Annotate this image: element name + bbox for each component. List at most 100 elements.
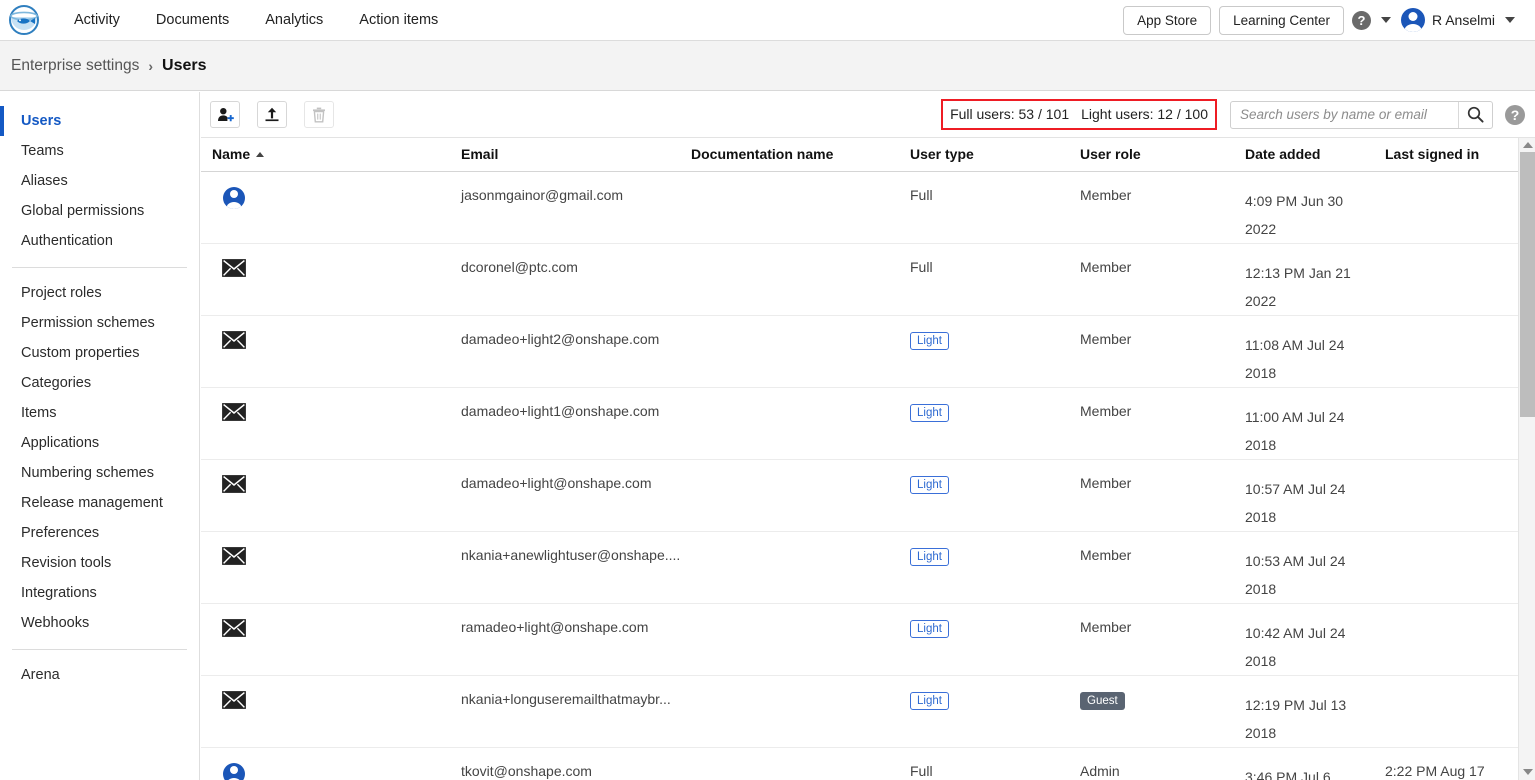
scroll-down-arrow-icon[interactable] xyxy=(1523,769,1533,775)
cell-date-added: 10:53 AM Jul 24 2018 xyxy=(1245,531,1385,604)
table-row[interactable]: nkania+anewlightuser@onshape.... Light Mem… xyxy=(201,531,1518,604)
cell-date-added: 11:08 AM Jul 24 2018 xyxy=(1245,315,1385,388)
cell-email: damadeo+light@onshape.com xyxy=(461,459,691,532)
nav-link-activity[interactable]: Activity xyxy=(56,0,138,40)
sidebar-item-release-management[interactable]: Release management xyxy=(0,488,199,518)
nav-link-action-items[interactable]: Action items xyxy=(341,0,456,40)
add-user-button[interactable] xyxy=(210,101,240,128)
cell-user-type: Full xyxy=(910,171,1080,244)
sidebar-item-project-roles[interactable]: Project roles xyxy=(0,278,199,308)
cell-date-added: 12:13 PM Jan 21 2022 xyxy=(1245,243,1385,316)
sidebar-item-preferences[interactable]: Preferences xyxy=(0,518,199,548)
table-row[interactable]: damadeo+light2@onshape.com Light Member 11:… xyxy=(201,315,1518,388)
learning-center-button[interactable]: Learning Center xyxy=(1219,5,1344,35)
cell-date-added: 4:09 PM Jun 30 2022 xyxy=(1245,171,1385,244)
nav-link-analytics[interactable]: Analytics xyxy=(247,0,341,40)
cell-last-signed-in: 2:22 PM Aug 17 xyxy=(1385,747,1518,780)
date-added-year: 2018 xyxy=(1245,724,1277,741)
table-row[interactable]: dcoronel@ptc.com Full Member 12:13 PM Jan 2… xyxy=(201,243,1518,316)
app-store-button[interactable]: App Store xyxy=(1123,5,1212,35)
sidebar-item-items[interactable]: Items xyxy=(0,398,199,428)
sidebar-item-numbering-schemes[interactable]: Numbering schemes xyxy=(0,458,199,488)
date-added-time: 11:00 AM Jul 24 xyxy=(1245,408,1345,425)
light-users-count: Light users: 12 / 100 xyxy=(1081,106,1208,122)
cell-last-signed-in xyxy=(1385,387,1518,460)
table-row[interactable]: nkania+longuseremailthatmaybr... Light Gue… xyxy=(201,675,1518,748)
user-role-value: Member xyxy=(1080,618,1132,635)
sidebar-item-teams[interactable]: Teams xyxy=(0,136,199,166)
user-role-value: Member xyxy=(1080,186,1132,203)
sidebar-item-applications[interactable]: Applications xyxy=(0,428,199,458)
nav-link-documents[interactable]: Documents xyxy=(138,0,247,40)
cell-name xyxy=(201,243,461,316)
user-type-value: Full xyxy=(910,762,933,779)
table-vertical-scrollbar[interactable] xyxy=(1518,138,1535,780)
cell-last-signed-in xyxy=(1385,603,1518,676)
sidebar-item-users[interactable]: Users xyxy=(0,106,199,136)
sort-ascending-icon xyxy=(256,152,265,158)
users-table-header: Name Email Documentation name User type … xyxy=(201,138,1518,172)
cell-email: ramadeo+light@onshape.com xyxy=(461,603,691,676)
column-header-name[interactable]: Name xyxy=(201,138,461,172)
upload-users-button[interactable] xyxy=(257,101,287,128)
table-row[interactable]: jasonmgainor@gmail.com Full Member 4:09 PM … xyxy=(201,171,1518,244)
cell-user-type: Light xyxy=(910,603,1080,676)
envelope-icon xyxy=(222,618,246,637)
table-row[interactable]: damadeo+light1@onshape.com Light Member 11:… xyxy=(201,387,1518,460)
cell-date-added: 3:46 PM Jul 6 xyxy=(1245,747,1385,780)
search-users-field[interactable] xyxy=(1230,100,1493,129)
scroll-up-arrow-icon[interactable] xyxy=(1523,142,1533,148)
column-header-user-role[interactable]: User role xyxy=(1080,138,1245,172)
help-icon[interactable]: ? xyxy=(1351,10,1371,30)
scrollbar-thumb[interactable] xyxy=(1520,152,1535,417)
sidebar-item-authentication[interactable]: Authentication xyxy=(0,226,199,256)
delete-users-button[interactable] xyxy=(304,101,334,128)
cell-last-signed-in xyxy=(1385,315,1518,388)
cell-name xyxy=(201,603,461,676)
cell-email: dcoronel@ptc.com xyxy=(461,243,691,316)
sidebar-item-global-permissions[interactable]: Global permissions xyxy=(0,196,199,226)
envelope-icon xyxy=(222,474,246,493)
user-type-badge: Light xyxy=(910,331,949,350)
table-row[interactable]: ramadeo+light@onshape.com Light Member 10:4… xyxy=(201,603,1518,676)
search-input[interactable] xyxy=(1231,101,1458,128)
user-role-value: Member xyxy=(1080,546,1132,563)
cell-user-type: Light xyxy=(910,531,1080,604)
top-navigation-bar: Activity Documents Analytics Action item… xyxy=(0,0,1535,41)
user-role-value: Member xyxy=(1080,258,1132,275)
username-label[interactable]: R Anselmi xyxy=(1432,12,1495,28)
column-header-last-signed-in[interactable]: Last signed in xyxy=(1385,138,1518,172)
breadcrumb-enterprise-settings[interactable]: Enterprise settings xyxy=(11,57,139,75)
envelope-icon xyxy=(222,546,246,565)
sidebar-item-aliases[interactable]: Aliases xyxy=(0,166,199,196)
column-header-documentation-name[interactable]: Documentation name xyxy=(691,138,910,172)
users-main-panel: Full users: 53 / 101 Light users: 12 / 10… xyxy=(201,92,1535,780)
column-header-user-type[interactable]: User type xyxy=(910,138,1080,172)
fishbowl-logo-icon[interactable] xyxy=(8,4,40,36)
user-type-badge: Light xyxy=(910,403,949,422)
toolbar-help-button[interactable]: ? xyxy=(1505,104,1525,125)
search-button[interactable] xyxy=(1458,101,1492,128)
cell-last-signed-in xyxy=(1385,459,1518,532)
cell-user-role: Member xyxy=(1080,171,1245,244)
sidebar-item-revision-tools[interactable]: Revision tools xyxy=(0,548,199,578)
cell-name xyxy=(201,171,461,244)
sidebar-item-integrations[interactable]: Integrations xyxy=(0,578,199,608)
column-header-email[interactable]: Email xyxy=(461,138,691,172)
sidebar-item-webhooks[interactable]: Webhooks xyxy=(0,608,199,638)
cell-date-added: 12:19 PM Jul 13 2018 xyxy=(1245,675,1385,748)
sidebar-item-custom-properties[interactable]: Custom properties xyxy=(0,338,199,368)
account-chevron-down-icon[interactable] xyxy=(1505,17,1515,23)
settings-sidebar: Users Teams Aliases Global permissions A… xyxy=(0,92,200,780)
sidebar-item-arena[interactable]: Arena xyxy=(0,660,199,690)
cell-documentation-name xyxy=(691,171,910,244)
sidebar-item-categories[interactable]: Categories xyxy=(0,368,199,398)
table-row[interactable]: tkovit@onshape.com Full Admin 3:46 PM Jul 6… xyxy=(201,747,1518,780)
help-chevron-down-icon[interactable] xyxy=(1380,17,1391,23)
sidebar-item-permission-schemes[interactable]: Permission schemes xyxy=(0,308,199,338)
avatar[interactable] xyxy=(1400,8,1425,32)
users-toolbar: Full users: 53 / 101 Light users: 12 / 10… xyxy=(201,92,1535,138)
cell-user-role: Admin xyxy=(1080,747,1245,780)
table-row[interactable]: damadeo+light@onshape.com Light Member 10:5… xyxy=(201,459,1518,532)
column-header-date-added[interactable]: Date added xyxy=(1245,138,1385,172)
